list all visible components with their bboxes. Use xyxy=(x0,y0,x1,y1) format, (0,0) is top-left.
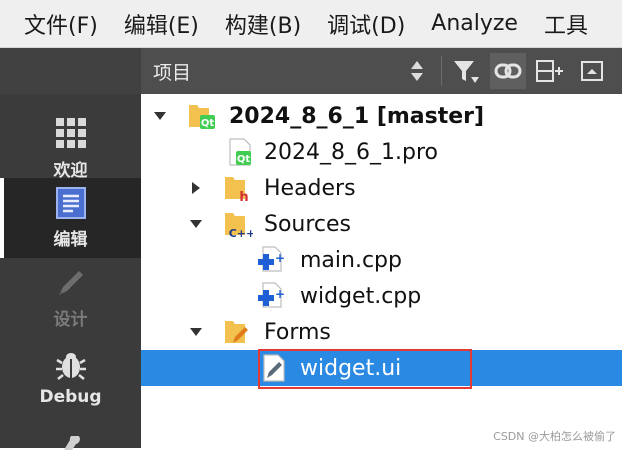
document-edit-icon xyxy=(55,186,86,219)
menu-file[interactable]: 文件(F) xyxy=(0,8,111,40)
mode-welcome-label: 欢迎 xyxy=(53,160,88,181)
split-add-icon xyxy=(536,60,563,82)
mode-edit[interactable]: 编辑 xyxy=(0,178,141,258)
sources-folder-icon: C++ xyxy=(225,213,253,239)
tree-row-pro-file[interactable]: Qt 2024_8_6_1.pro xyxy=(141,134,622,170)
menu-bar: 文件(F) 编辑(E) 构建(B) 调试(D) Analyze 工具 xyxy=(0,0,622,48)
watermark-text: CSDN @大柏怎么被偷了 xyxy=(493,430,616,443)
qt-project-folder-icon: Qt xyxy=(189,105,215,129)
tree-pro-file-label: 2024_8_6_1.pro xyxy=(264,139,438,165)
tree-project-label: 2024_8_6_1 [master] xyxy=(229,103,485,129)
bug-icon xyxy=(55,353,86,380)
mode-debug-label: Debug xyxy=(39,387,102,407)
svg-text:Qt: Qt xyxy=(201,118,215,129)
toolbar-separator xyxy=(441,56,442,86)
collapsed-arrow-icon[interactable] xyxy=(189,181,203,195)
tree-row-headers[interactable]: h Headers xyxy=(141,170,622,206)
filter-icon xyxy=(454,61,479,83)
filter-button[interactable] xyxy=(448,53,484,89)
mode-design-label: 设计 xyxy=(53,309,88,330)
tree-row-main-cpp[interactable]: + main.cpp xyxy=(141,242,622,278)
mode-edit-label: 编辑 xyxy=(53,229,88,250)
tree-headers-label: Headers xyxy=(264,175,356,201)
tree-widget-cpp-label: widget.cpp xyxy=(300,283,422,309)
svg-text:C++: C++ xyxy=(229,227,253,239)
menu-edit[interactable]: 编辑(E) xyxy=(111,8,212,40)
mode-sidebar-header xyxy=(0,48,141,94)
menu-analyze[interactable]: Analyze xyxy=(418,11,531,36)
grid-icon xyxy=(55,117,86,148)
forms-folder-icon xyxy=(225,321,248,343)
project-toolbar: 项目 xyxy=(141,48,622,94)
svg-text:+: + xyxy=(275,251,285,265)
tree-row-project[interactable]: Qt 2024_8_6_1 [master] xyxy=(141,98,622,134)
project-pane-title: 项目 xyxy=(153,61,192,84)
active-mode-indicator xyxy=(0,178,4,258)
menu-tools[interactable]: 工具 xyxy=(531,8,601,40)
expanded-arrow-icon[interactable] xyxy=(189,217,203,231)
mode-sidebar: 欢迎 编辑 设计 Debug xyxy=(0,48,141,450)
svg-text:h: h xyxy=(239,190,248,203)
tree-row-widget-cpp[interactable]: + widget.cpp xyxy=(141,278,622,314)
mode-debug[interactable]: Debug xyxy=(0,338,141,418)
close-pane-icon xyxy=(581,61,603,81)
link-icon xyxy=(494,63,522,79)
mode-design[interactable]: 设计 xyxy=(0,258,141,338)
project-tree: Qt 2024_8_6_1 [master] Qt 2024_8_6_1.pro… xyxy=(141,94,622,448)
annotation-highlight-box xyxy=(258,349,472,389)
expanded-arrow-icon[interactable] xyxy=(153,109,167,123)
tree-row-sources[interactable]: C++ Sources xyxy=(141,206,622,242)
tree-row-forms[interactable]: Forms xyxy=(141,314,622,350)
sort-button[interactable] xyxy=(399,53,435,89)
tree-main-cpp-label: main.cpp xyxy=(300,247,402,273)
headers-folder-icon: h xyxy=(225,177,249,203)
qt-pro-file-icon: Qt xyxy=(229,138,251,166)
tree-sources-label: Sources xyxy=(264,211,352,237)
cpp-file-icon: + xyxy=(258,246,285,272)
close-pane-button[interactable] xyxy=(574,53,610,89)
expanded-arrow-icon[interactable] xyxy=(189,325,203,339)
split-button[interactable] xyxy=(532,53,568,89)
pencil-icon xyxy=(58,270,83,295)
mode-welcome[interactable]: 欢迎 xyxy=(0,108,141,188)
menu-debug[interactable]: 调试(D) xyxy=(314,8,418,40)
cpp-file-icon: + xyxy=(258,282,285,308)
sort-updown-icon xyxy=(411,61,423,81)
svg-text:+: + xyxy=(275,287,285,301)
svg-text:Qt: Qt xyxy=(237,154,251,165)
tree-forms-label: Forms xyxy=(264,319,331,345)
link-button[interactable] xyxy=(490,53,526,89)
menu-build[interactable]: 构建(B) xyxy=(212,8,314,40)
